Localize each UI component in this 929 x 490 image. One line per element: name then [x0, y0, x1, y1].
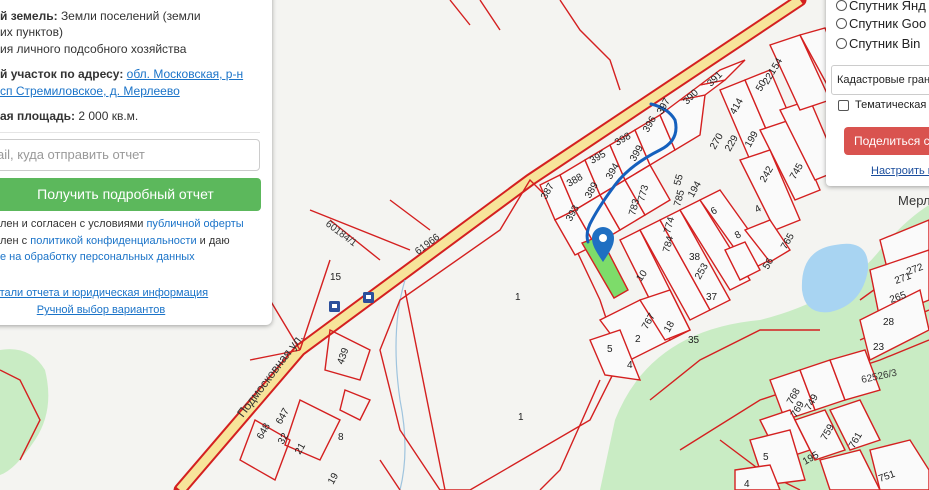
consent-offer-text: лен и согласен с условиями	[0, 218, 147, 230]
consent-data: е на обработку персональных данных	[0, 249, 195, 265]
place-label: Мерл	[898, 193, 929, 208]
parcel-number-label: 28	[883, 317, 895, 328]
land-category-row: й земель: Земли поселений (земли	[0, 9, 201, 23]
layer-option-label: Спутник Goo	[849, 16, 927, 31]
area-value: 2 000	[78, 109, 109, 123]
email-field[interactable]: ail, куда отправить отчет	[0, 139, 260, 171]
parcel-number-label: 1	[518, 412, 524, 423]
manual-selection-link[interactable]: Ручной выбор вариантов	[0, 304, 212, 316]
layer-option-label: Спутник Bin	[849, 36, 921, 51]
configure-link[interactable]: Настроить к	[871, 165, 929, 177]
parcel-number-label: 23	[873, 342, 885, 353]
layer-option[interactable]: Спутник Янд	[836, 0, 926, 13]
layer-option-label: Спутник Янд	[849, 0, 926, 13]
divider	[0, 132, 260, 133]
land-use-value: ия личного подсобного хозяйства	[0, 42, 187, 56]
radio-icon[interactable]	[836, 0, 847, 11]
thematic-label: Тематическая	[855, 99, 927, 111]
email-placeholder: ail, куда отправить отчет	[0, 147, 145, 162]
radio-icon[interactable]	[836, 38, 847, 49]
report-panel: й земель: Земли поселений (земли их пунк…	[0, 0, 272, 325]
personal-data-link[interactable]: е на обработку персональных данных	[0, 251, 195, 263]
consent-offer: лен и согласен с условиями публичной офе…	[0, 216, 244, 232]
parcel-number-label: 15	[330, 272, 342, 283]
area-label: ая площадь:	[0, 109, 75, 123]
parcel-number-label: 1	[515, 292, 521, 303]
thematic-toggle[interactable]: Тематическая	[838, 99, 926, 111]
bus-stop-icon	[329, 301, 340, 312]
consent-privacy-text: лен с	[0, 235, 31, 247]
share-button[interactable]: Поделиться с	[844, 127, 929, 155]
land-category-label: й земель:	[0, 9, 58, 23]
parcel-number-label: 37	[706, 292, 718, 303]
checkbox-icon[interactable]	[838, 99, 849, 111]
layer-option[interactable]: Спутник Bin	[836, 36, 920, 51]
details-link[interactable]: етали отчета и юридическая информация	[0, 287, 212, 299]
privacy-policy-link[interactable]: политикой конфиденциальности	[30, 235, 196, 247]
parcel-number-label: 2	[635, 334, 641, 345]
parcel-number-label: 4	[627, 360, 633, 371]
address-link[interactable]: обл. Московская, р-н	[127, 67, 243, 81]
area-row: ая площадь: 2 000 кв.м.	[0, 109, 138, 123]
parcel-number-label: 5	[607, 344, 613, 355]
parcel-number-label: 38	[689, 252, 701, 263]
layer-select[interactable]: Кадастровые гран	[831, 65, 929, 95]
address-link-cont-row: сп Стремиловское, д. Мерлеево	[0, 84, 180, 98]
address-label: й участок по адресу:	[0, 67, 124, 81]
bus-stop-icon	[363, 292, 374, 303]
parcel-number-label: 4	[744, 479, 750, 490]
consent-privacy: лен с политикой конфиденциальности и даю	[0, 233, 230, 249]
layer-option[interactable]: Спутник Goo	[836, 16, 926, 31]
get-report-button[interactable]: Получить подробный отчет	[0, 178, 261, 211]
parcel-number-label: 35	[688, 335, 700, 346]
radio-icon[interactable]	[836, 18, 847, 29]
address-row: й участок по адресу: обл. Московская, р-…	[0, 67, 243, 81]
parcel-number-label: 8	[338, 432, 344, 443]
consent-privacy-suffix: и даю	[196, 235, 230, 247]
land-category-value: Земли поселений (земли	[60, 9, 201, 23]
layers-panel: Спутник Янд Спутник Goo Спутник Bin Када…	[826, 0, 929, 186]
land-category-value-cont: их пунктов)	[0, 25, 63, 39]
area-unit: кв.м.	[111, 109, 139, 123]
public-offer-link[interactable]: публичной оферты	[146, 218, 243, 230]
address-link-cont[interactable]: сп Стремиловское, д. Мерлеево	[0, 84, 180, 98]
parcel-number-label: 5	[763, 452, 769, 463]
